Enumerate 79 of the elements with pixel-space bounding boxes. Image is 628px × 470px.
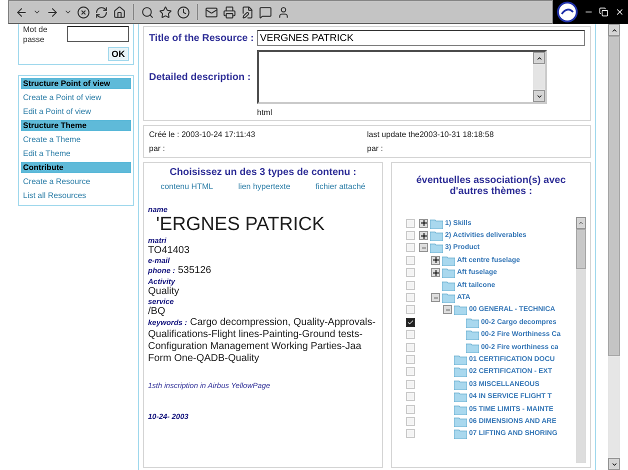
folder-icon [454, 366, 467, 378]
folder-icon [442, 280, 455, 291]
format-note: html [257, 108, 274, 117]
nav-header: Structure Theme [21, 120, 131, 131]
folder-icon [442, 292, 455, 304]
field-value: Quality [148, 286, 180, 297]
field-value: 'ERGNES PATRICK [155, 214, 326, 236]
expand-icon[interactable] [431, 256, 440, 265]
content-type-link[interactable]: lien hypertexte [238, 182, 290, 191]
field-label: Title of the Resource : [149, 32, 255, 44]
password-field[interactable] [67, 26, 129, 42]
updated-text: last update the2003-10-31 18:18:58 [367, 130, 495, 139]
scroll-thumb[interactable] [608, 36, 620, 356]
forward-icon[interactable] [46, 6, 59, 18]
mail-icon[interactable] [205, 6, 218, 18]
folder-icon [430, 218, 443, 229]
collapse-icon[interactable] [431, 293, 440, 302]
discuss-icon[interactable] [259, 6, 272, 18]
folder-icon [466, 316, 479, 328]
nav-link[interactable]: List all Resources [21, 190, 131, 201]
folder-icon [454, 404, 467, 415]
author-text: par : [367, 144, 384, 153]
refresh-icon[interactable] [95, 6, 108, 18]
nav-link[interactable]: Create a Theme [21, 134, 131, 145]
field-value: /BQ [148, 306, 166, 317]
back-icon[interactable] [15, 6, 28, 18]
field-value: TO41403 [148, 245, 191, 256]
print-icon[interactable] [223, 6, 236, 18]
folder-icon [454, 416, 467, 427]
folder-icon [466, 329, 479, 340]
folder-icon [454, 304, 467, 316]
folder-icon [442, 267, 455, 278]
field-label: Detailed description : [149, 72, 252, 82]
expand-icon[interactable] [431, 268, 440, 278]
search-icon[interactable] [141, 6, 154, 18]
folder-icon [466, 342, 479, 353]
nav-link[interactable]: Edit a Point of view [21, 106, 131, 117]
history-icon[interactable] [177, 6, 190, 18]
folder-icon [430, 242, 443, 254]
description-field[interactable] [257, 50, 547, 104]
caret-icon[interactable] [64, 8, 72, 16]
stop-icon[interactable] [77, 6, 90, 18]
scroll-up-icon[interactable] [536, 54, 542, 62]
nav-link[interactable]: Edit a Theme [21, 148, 131, 159]
user-icon[interactable] [277, 6, 290, 18]
scroll-down-icon[interactable] [610, 460, 618, 468]
folder-icon [454, 354, 467, 365]
panel-heading: Choisissez un des 3 types de contenu : [168, 167, 358, 178]
nav-link[interactable]: Create a Point of view [21, 92, 131, 103]
folder-icon [454, 378, 467, 390]
scroll-up-icon[interactable] [610, 26, 618, 34]
close-icon[interactable] [614, 7, 624, 17]
favorites-icon[interactable] [159, 6, 172, 18]
collapse-icon[interactable] [443, 305, 452, 314]
scroll-down-icon[interactable] [536, 92, 542, 100]
restore-icon[interactable] [599, 7, 609, 17]
panel-heading: éventuelles association(s) avec d'autres thèmes : [415, 175, 567, 197]
nav-header: Contribute [21, 162, 131, 173]
folder-icon [430, 230, 443, 242]
collapse-icon[interactable] [419, 243, 428, 252]
folder-icon [454, 391, 467, 402]
edit-icon[interactable] [241, 6, 254, 18]
expand-icon[interactable] [419, 231, 428, 240]
ok-button[interactable]: OK [108, 47, 129, 61]
content-type-link[interactable]: contenu HTML [160, 182, 214, 191]
content-type-link[interactable]: fichier attaché [316, 182, 366, 191]
title-field[interactable]: VERGNES PATRICK [257, 30, 585, 46]
author-text: par : [149, 144, 166, 153]
nav-link[interactable]: Create a Resource [21, 176, 131, 187]
expand-icon[interactable] [419, 218, 428, 228]
folder-icon [454, 428, 467, 440]
caret-icon[interactable] [33, 8, 41, 16]
scroll-thumb[interactable] [576, 229, 586, 269]
checkbox[interactable] [406, 318, 415, 327]
created-text: Créé le : 2003-10-24 17:11:43 [149, 130, 256, 139]
password-label: Mot de passe [23, 25, 48, 45]
home-icon[interactable] [113, 6, 126, 18]
folder-icon [442, 254, 455, 266]
nav-header: Structure Point of view [21, 78, 131, 89]
